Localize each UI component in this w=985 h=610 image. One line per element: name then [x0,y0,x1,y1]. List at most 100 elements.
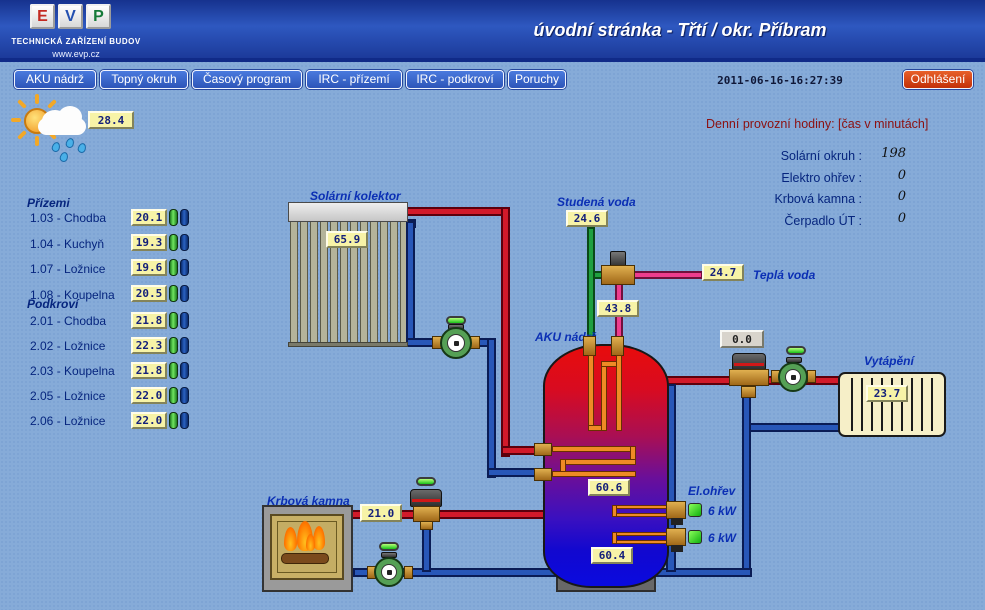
flame-icon [306,534,315,551]
room-temp-box: 22.3 [131,337,167,354]
floor2-heading: Podkroví [27,297,78,311]
op-hours-title: Denní provozní hodiny: [čas v minutách] [706,117,928,131]
heating-indicator-green [169,337,178,354]
hot-water-temp-box: 24.7 [702,264,744,281]
heater-element-head [666,528,686,546]
nav-button-poruchy[interactable]: Poruchy [508,70,566,89]
heating-indicator-green [169,285,178,302]
outdoor-temp-box: 28.4 [88,111,134,129]
pipe-heating-return [742,395,751,575]
heater-element [614,540,668,544]
heating-valve-stub [741,386,756,398]
dhw-coil [588,355,594,431]
dhw-coil [616,355,622,431]
heating-pump-led [786,346,806,355]
fireplace-pump-led [379,542,399,551]
pipe-hot-water [633,271,703,279]
heating-indicator-green [169,209,178,226]
floor1-heading: Přízemi [27,196,70,210]
fireplace-valve-led [416,477,436,486]
nav-button-aku-nadrz[interactable]: AKU nádrž [14,70,96,89]
room-temp-box: 21.8 [131,312,167,329]
solar-temp-box: 65.9 [326,231,368,248]
fireplace-pump-icon [374,557,404,587]
pipe-solar-supply [406,207,510,216]
logo-tile-v: V [58,4,83,29]
pipe-solar-return [406,221,415,347]
heater-element [612,505,617,517]
heater-element [614,505,668,509]
pipe-fitting [534,468,552,481]
fireplace-temp-box: 21.0 [360,504,402,522]
heater-led [688,530,702,544]
nav-button-casovy-program[interactable]: Časový program [192,70,302,89]
room-temp-box: 22.0 [131,387,167,404]
valve-position-box: 0.0 [720,330,764,348]
pipe-fitting [583,336,596,356]
logo-tile-p: P [86,4,111,29]
heater-element [614,532,668,536]
op-label-fireplace: Krbová kamna : [700,192,862,206]
heating-indicator-green [169,234,178,251]
page-title: úvodní stránka - Třtí / okr. Příbram [420,20,940,41]
room-temp-box: 21.8 [131,362,167,379]
logo-tile-e: E [30,4,55,29]
heater-power-label: 6 kW [708,504,736,518]
radiator-label: Vytápění [864,354,914,368]
heater-element-head [666,501,686,519]
op-label-ut-pump: Čerpadlo ÚT : [700,214,862,228]
fireplace-valve-stub [420,521,433,530]
cold-water-label: Studená voda [557,195,636,209]
mix-temp-box: 43.8 [597,300,639,317]
logo-url: www.evp.cz [11,49,141,59]
heater-element-foot [671,518,683,525]
solar-pump-icon [440,327,472,359]
heating-indicator-blue [180,259,189,276]
op-label-solar: Solární okruh : [700,149,862,163]
dhw-coil [601,365,607,431]
heater-power-label: 6 kW [708,531,736,545]
heater-element-foot [671,545,683,552]
radiator [838,372,946,437]
solar-coil [552,471,636,477]
pipe-heating-return [748,423,840,432]
op-value-ut-pump: 0 [866,211,906,226]
heating-indicator-blue [180,312,189,329]
scada-page: E V P TECHNICKÁ ZAŘÍZENÍ BUDOV www.evp.c… [0,0,985,610]
room-label: 2.01 - Chodba [30,314,106,328]
heating-indicator-blue [180,387,189,404]
nav-button-irc-podkrovi[interactable]: IRC - podkroví [406,70,504,89]
heating-indicator-blue [180,285,189,302]
solar-collector-label: Solární kolektor [310,189,401,203]
pipe-fitting [611,336,624,356]
room-temp-box: 20.1 [131,209,167,226]
solar-collector-header [288,202,408,222]
room-label: 1.03 - Chodba [30,211,106,225]
pipe-fitting [534,443,552,456]
el-heater-label: El.ohřev [688,484,735,498]
heating-indicator-blue [180,209,189,226]
pipe-solar-supply [501,207,510,457]
room-label: 2.02 - Ložnice [30,339,105,353]
radiator-temp-box: 23.7 [866,385,908,402]
room-temp-box: 19.3 [131,234,167,251]
log-icon [281,553,329,564]
heating-valve [729,369,769,386]
op-value-fireplace: 0 [866,189,906,204]
room-label: 1.07 - Ložnice [30,262,105,276]
room-label: 2.05 - Ložnice [30,389,105,403]
heating-indicator-green [169,362,178,379]
tank-temp-bottom-box: 60.4 [591,547,633,564]
fireplace-valve [413,506,440,522]
logout-button[interactable]: Odhlášení [903,70,973,89]
heating-indicator-blue [180,412,189,429]
nav-button-topny-okruh[interactable]: Topný okruh [100,70,188,89]
tank-temp-top-box: 60.6 [588,479,630,496]
room-label: 2.06 - Ložnice [30,414,105,428]
heating-indicator-green [169,412,178,429]
heater-led [688,503,702,517]
heating-indicator-green [169,259,178,276]
nav-button-irc-prizemi[interactable]: IRC - přízemí [306,70,402,89]
timestamp: 2011-06-16-16:27:39 [695,74,865,87]
pipe-fitting [807,370,816,383]
